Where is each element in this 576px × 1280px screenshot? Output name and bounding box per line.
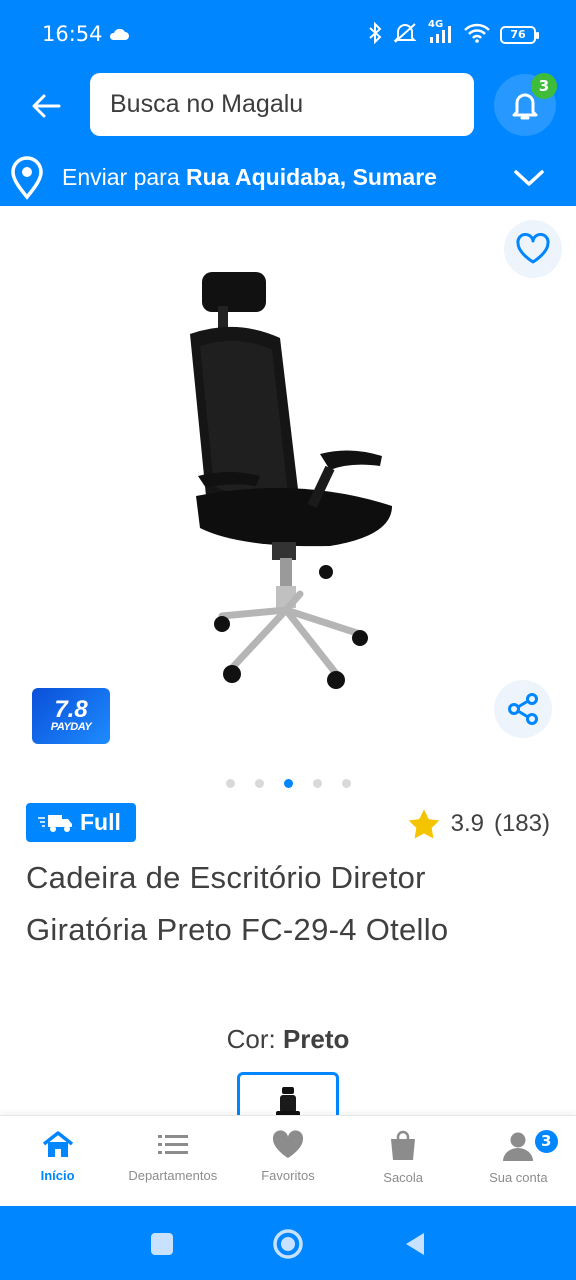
star-icon xyxy=(408,809,439,839)
wifi-icon xyxy=(464,23,490,47)
user-icon xyxy=(503,1132,534,1161)
color-label-prefix: Cor: xyxy=(226,1024,283,1054)
payday-badge-number: 7.8 xyxy=(54,696,88,723)
full-shipping-tag: Full xyxy=(26,803,136,842)
signal-icon: 4G xyxy=(428,19,454,45)
address-prefix: Enviar para xyxy=(62,164,187,190)
notifications-badge: 3 xyxy=(531,73,557,99)
gallery-dot[interactable] xyxy=(313,779,322,788)
gallery-pagination xyxy=(226,779,351,788)
account-badge: 3 xyxy=(532,1128,560,1155)
gallery-dot[interactable] xyxy=(342,779,351,788)
favorite-button[interactable] xyxy=(504,220,562,278)
status-bar: 16:54 4G 76 xyxy=(0,0,576,72)
triangle-back-icon xyxy=(406,1233,424,1255)
back-button[interactable] xyxy=(24,84,68,128)
nav-favorites[interactable]: Favoritos xyxy=(230,1116,345,1207)
system-navigation-bar xyxy=(0,1206,576,1280)
network-type: 4G xyxy=(428,19,444,30)
color-label: Cor: Preto xyxy=(0,1024,576,1055)
back-system-button[interactable] xyxy=(396,1226,432,1262)
gallery-dot[interactable] xyxy=(255,779,264,788)
gallery-dot[interactable] xyxy=(226,779,235,788)
status-icons: 4G 76 xyxy=(368,19,539,48)
battery-indicator: 76 xyxy=(500,26,539,44)
search-input[interactable] xyxy=(110,90,474,119)
chevron-down-icon[interactable] xyxy=(512,164,546,196)
home-icon xyxy=(42,1131,73,1157)
bottom-navigation: Início Departamentos Favoritos Sacola Su… xyxy=(0,1115,576,1206)
review-count: (183) xyxy=(493,810,550,837)
circle-icon xyxy=(273,1229,303,1259)
nav-bag[interactable]: Sacola xyxy=(346,1116,461,1207)
delivery-address-text: Enviar para Rua Aquidaba, Sumare xyxy=(62,164,437,191)
heart-filled-icon xyxy=(272,1130,304,1158)
mute-icon xyxy=(392,22,418,48)
share-icon xyxy=(508,693,538,725)
nav-departments-label: Departamentos xyxy=(128,1168,218,1183)
payday-badge: 7.8 PAYDAY xyxy=(32,688,110,744)
nav-account[interactable]: Sua conta 3 xyxy=(461,1116,576,1207)
nav-bag-label: Sacola xyxy=(383,1170,424,1185)
nav-account-label: Sua conta xyxy=(489,1170,548,1185)
list-icon xyxy=(157,1135,188,1154)
nav-favorites-label: Favoritos xyxy=(261,1168,315,1183)
rating-value: 3.9 xyxy=(450,810,484,837)
truck-icon xyxy=(38,814,72,832)
status-time: 16:54 xyxy=(42,22,103,46)
shopping-bag-icon xyxy=(391,1130,416,1160)
recents-button[interactable] xyxy=(144,1226,180,1262)
payday-badge-text: PAYDAY xyxy=(50,721,92,733)
nav-home-label: Início xyxy=(40,1168,75,1183)
nav-home[interactable]: Início xyxy=(0,1116,115,1207)
location-pin-icon xyxy=(8,155,46,205)
home-system-button[interactable] xyxy=(270,1226,306,1262)
share-button[interactable] xyxy=(494,680,552,738)
arrow-left-icon xyxy=(32,94,61,118)
color-value: Preto xyxy=(282,1024,350,1054)
cloud-icon xyxy=(108,26,130,45)
square-icon xyxy=(151,1233,173,1255)
gallery-dot-active[interactable] xyxy=(284,779,293,788)
full-tag-label: Full xyxy=(80,809,121,835)
delivery-address-bar[interactable]: Enviar para Rua Aquidaba, Sumare xyxy=(0,150,576,206)
heart-icon xyxy=(516,233,550,264)
bluetooth-icon xyxy=(368,21,382,48)
product-title: Cadeira de Escritório Diretor Giratória … xyxy=(26,860,449,947)
address-value: Rua Aquidaba, Sumare xyxy=(186,164,437,190)
nav-departments[interactable]: Departamentos xyxy=(115,1116,230,1207)
product-rating[interactable]: 3.9 (183) xyxy=(407,808,550,840)
search-bar[interactable] xyxy=(90,73,474,136)
